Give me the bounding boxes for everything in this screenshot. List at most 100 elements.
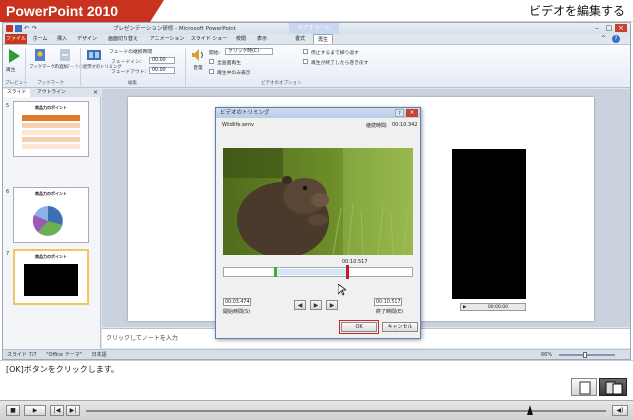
close-icon[interactable]: × xyxy=(615,24,627,32)
start-dropdown[interactable]: クリック時(C) xyxy=(225,48,273,55)
undo-icon[interactable]: ↶ xyxy=(24,25,31,32)
slide-number: 5 xyxy=(6,103,10,109)
remove-bookmark-button[interactable]: ブックマークの削除 xyxy=(53,48,92,78)
video-filename: Wildlife.wmv xyxy=(222,122,254,128)
language: 日本語 xyxy=(91,352,107,358)
player-controls: ■ ▶ |◀ ▶| ◀) xyxy=(0,400,633,420)
tab-outline[interactable]: アウトライン xyxy=(33,89,70,97)
tab-transitions[interactable]: 画面切り替え xyxy=(102,34,144,44)
loop-label: 停止するまで繰り返す xyxy=(311,51,359,56)
slide-number: 6 xyxy=(6,189,10,195)
stop-button[interactable]: ■ xyxy=(6,405,20,416)
fade-in-input[interactable]: 00.00 xyxy=(149,57,175,64)
slide-thumbnail-5[interactable]: 商品力のポイント xyxy=(13,101,89,157)
start-time-label: 開始時間(S) xyxy=(223,309,251,315)
zoom-slider-thumb[interactable] xyxy=(583,352,587,358)
banner-accent xyxy=(150,0,164,22)
tab-insert[interactable]: 挿入 xyxy=(53,34,71,44)
next-button[interactable]: ▶| xyxy=(66,405,80,416)
end-time-input[interactable]: 00:10.517 xyxy=(374,298,402,306)
tab-slides[interactable]: スライド xyxy=(3,89,31,97)
next-frame-button[interactable]: ▶ xyxy=(326,300,338,310)
play-icon[interactable]: ▶ xyxy=(463,305,466,310)
help-icon[interactable]: ? xyxy=(612,35,620,43)
previous-button[interactable]: |◀ xyxy=(50,405,64,416)
fade-out-label: フェードアウト: xyxy=(111,70,147,75)
fade-out-input[interactable]: 00.00 xyxy=(149,67,175,74)
table-thumbnail xyxy=(22,115,80,149)
group-video-options: ビデオのオプション xyxy=(261,81,302,86)
dialog-help-icon[interactable]: ? xyxy=(395,109,404,117)
zoom-level: 66% xyxy=(541,352,553,358)
ribbon: 再生 プレビュー ブックマークの追加 ブックマークの削除 ブックマーク ビデオの… xyxy=(3,44,630,88)
slides-pane: スライド アウトライン × 5 商品力のポイント 6 商品力のポイント 7 商品… xyxy=(3,89,101,351)
save-icon[interactable] xyxy=(15,25,22,32)
slide-number: 7 xyxy=(6,251,10,257)
tab-home[interactable]: ホーム xyxy=(31,34,49,44)
video-object[interactable] xyxy=(452,149,526,299)
play-button[interactable]: ▶ xyxy=(310,300,322,310)
tab-view[interactable]: 表示 xyxy=(253,34,271,44)
ribbon-collapse-icon[interactable]: ^ xyxy=(601,35,609,43)
fullscreen-checkbox[interactable] xyxy=(209,59,214,64)
hide-not-playing-checkbox[interactable] xyxy=(209,69,214,74)
tab-design[interactable]: デザイン xyxy=(75,34,99,44)
status-bar: スライド 7/7 "Office テーマ" 日本語 66% xyxy=(3,349,630,359)
rewind-checkbox[interactable] xyxy=(303,59,308,64)
start-time-input[interactable]: 00:03.474 xyxy=(223,298,251,306)
minimize-icon[interactable]: – xyxy=(591,24,603,32)
separator xyxy=(25,48,26,86)
play-preview-button[interactable] xyxy=(7,48,21,64)
play-button[interactable]: ▶ xyxy=(24,405,46,416)
tab-format[interactable]: 書式 xyxy=(291,34,309,44)
pane-tabs: スライド アウトライン × xyxy=(3,89,101,97)
duration-label: 継続時間: xyxy=(366,123,388,129)
single-page-icon xyxy=(579,381,591,395)
volume-icon[interactable]: ◀) xyxy=(612,405,628,416)
volume-button[interactable]: 音量 xyxy=(189,48,207,78)
bookmark-add-icon xyxy=(35,49,45,61)
add-bookmark-button[interactable]: ブックマークの追加 xyxy=(29,48,68,78)
instruction-text: [OK]ボタンをクリックします。 xyxy=(6,365,119,374)
product-title: PowerPoint 2010 xyxy=(0,0,150,22)
trim-timeline[interactable] xyxy=(223,265,413,279)
start-trim-handle[interactable] xyxy=(274,267,277,277)
zoom-slider[interactable] xyxy=(559,354,615,356)
slide-thumbnail-6[interactable]: 商品力のポイント xyxy=(13,187,89,243)
slide-video-time: 00:00.00 xyxy=(487,305,509,310)
progress-thumb[interactable] xyxy=(527,405,533,415)
speaker-icon xyxy=(192,49,203,61)
play-icon xyxy=(9,49,20,63)
dialog-close-icon[interactable]: × xyxy=(406,109,418,117)
previous-frame-button[interactable]: ◀ xyxy=(294,300,306,310)
dual-view-button[interactable] xyxy=(599,378,627,396)
dialog-title: ビデオのトリミング xyxy=(216,108,420,118)
trim-video-button[interactable]: ビデオのトリミング xyxy=(83,48,122,78)
rewind-label: 再生が終了したら巻き戻す xyxy=(311,61,369,66)
loop-checkbox[interactable] xyxy=(303,49,308,54)
ribbon-tabs: ファイル ホーム 挿入 デザイン 画面切り替え アニメーション スライド ショー… xyxy=(3,34,630,44)
tab-review[interactable]: 校閲 xyxy=(232,34,250,44)
group-bookmarks: ブックマーク xyxy=(37,81,64,86)
maximize-icon[interactable]: □ xyxy=(603,24,615,32)
redo-icon[interactable]: ↷ xyxy=(32,25,39,32)
end-time-label: 終了時間(E) xyxy=(376,309,404,315)
tab-file[interactable]: ファイル xyxy=(5,34,27,44)
trim-video-dialog: ビデオのトリミング ? × Wildlife.wmv 継続時間: 00:10.3… xyxy=(215,107,421,339)
cancel-button[interactable]: キャンセル xyxy=(382,322,418,332)
tab-animations[interactable]: アニメーション xyxy=(148,34,186,44)
video-playbar[interactable]: ▶ 00:00.00 xyxy=(460,303,526,311)
ok-button[interactable]: OK xyxy=(341,322,377,332)
end-trim-handle[interactable] xyxy=(346,265,349,279)
slide-thumbnail-7[interactable]: 商品力のポイント xyxy=(13,249,89,305)
hide-not-playing-label: 再生中のみ表示 xyxy=(217,71,251,76)
dual-page-icon xyxy=(605,381,623,395)
tab-slideshow[interactable]: スライド ショー xyxy=(189,34,229,44)
pane-close-icon[interactable]: × xyxy=(93,89,98,97)
view-buttons xyxy=(571,378,629,396)
tab-playback[interactable]: 再生 xyxy=(313,34,333,44)
single-view-button[interactable] xyxy=(571,378,597,396)
fade-duration-heading: フェードの継続時間 xyxy=(109,50,153,55)
fullscreen-label: 全画面再生 xyxy=(217,61,241,66)
instruction-panel: [OK]ボタンをクリックします。 xyxy=(0,360,633,404)
